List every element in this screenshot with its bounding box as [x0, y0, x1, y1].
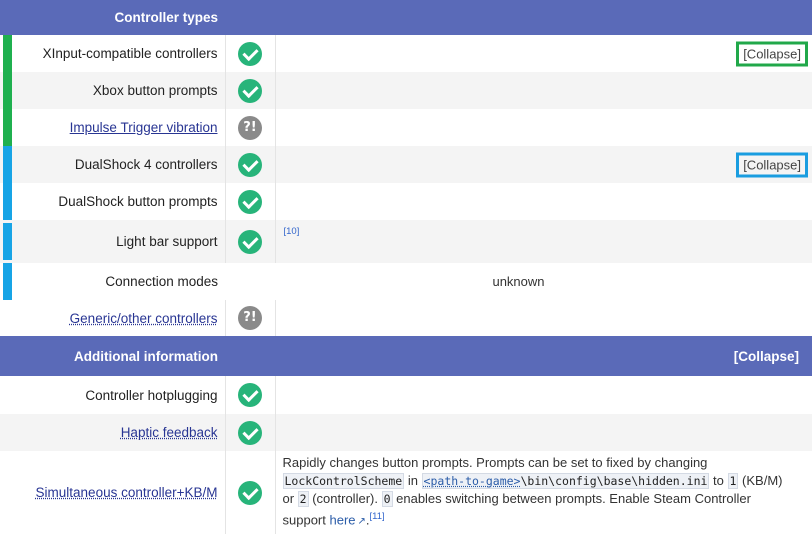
unknown-question-icon: ?! [238, 306, 262, 330]
dualshock-group-bar [0, 146, 12, 183]
hotplugging-label: Controller hotplugging [85, 388, 217, 403]
code-lock-control-scheme: LockControlScheme [283, 473, 405, 489]
here-link[interactable]: here [329, 512, 355, 527]
check-circle-icon [238, 421, 262, 445]
controller-table: Controller types XInput-compatible contr… [0, 0, 812, 534]
simultaneous-note: Rapidly changes button prompts. Prompts … [283, 451, 812, 534]
table-row-impulse-trigger: Impulse Trigger vibration ?! [0, 109, 812, 146]
additional-info-header: Additional information [Collapse] [0, 336, 812, 376]
path-to-game-link[interactable]: <path-to-game> [424, 474, 521, 488]
xinput-group-bar [0, 35, 12, 72]
table-row-haptic: Haptic feedback [0, 414, 812, 451]
reference-link[interactable]: [10] [284, 226, 300, 237]
connection-modes-value: unknown [225, 263, 812, 300]
table-row-connection-modes: Connection modes unknown [0, 263, 812, 300]
table-row-xbox-prompts: Xbox button prompts [0, 72, 812, 109]
check-circle-icon [238, 42, 262, 66]
table-row-simultaneous: Simultaneous controller+KB/M Rapidly cha… [0, 451, 812, 534]
additional-collapse-link[interactable]: [Collapse] [734, 349, 799, 364]
additional-info-title: Additional information [12, 336, 225, 376]
dualshock-collapse-link[interactable]: [Collapse] [736, 152, 808, 177]
impulse-trigger-link[interactable]: Impulse Trigger vibration [70, 120, 218, 135]
external-link-icon: ↗ [358, 513, 366, 531]
dualshock-prompts-label: DualShock button prompts [58, 194, 217, 209]
table-row-generic-controllers: Generic/other controllers ?! [0, 300, 812, 336]
connection-modes-label: Connection modes [105, 274, 218, 289]
generic-controllers-link[interactable]: Generic/other controllers [70, 311, 218, 326]
check-circle-icon [238, 153, 262, 177]
light-bar-label: Light bar support [116, 234, 217, 249]
haptic-feedback-link[interactable]: Haptic feedback [121, 425, 218, 440]
check-circle-icon [238, 383, 262, 407]
controller-types-header: Controller types [0, 0, 812, 35]
xinput-collapse-link[interactable]: [Collapse] [736, 41, 808, 66]
check-circle-icon [238, 481, 262, 505]
table-row-light-bar: Light bar support [10] [0, 220, 812, 263]
table-row-dualshock4: DualShock 4 controllers [Collapse] [0, 146, 812, 183]
unknown-question-icon: ?! [238, 116, 262, 140]
dualshock4-label: DualShock 4 controllers [75, 157, 218, 172]
table-row-xinput: XInput-compatible controllers [Collapse] [0, 35, 812, 72]
xinput-label: XInput-compatible controllers [43, 46, 218, 61]
simultaneous-link[interactable]: Simultaneous controller+KB/M [36, 485, 218, 500]
check-circle-icon [238, 230, 262, 254]
table-row-hotplugging: Controller hotplugging [0, 376, 812, 414]
xbox-prompts-label: Xbox button prompts [93, 83, 218, 98]
check-circle-icon [238, 79, 262, 103]
controller-types-title: Controller types [12, 0, 225, 35]
table-row-dualshock-prompts: DualShock button prompts [0, 183, 812, 220]
check-circle-icon [238, 190, 262, 214]
